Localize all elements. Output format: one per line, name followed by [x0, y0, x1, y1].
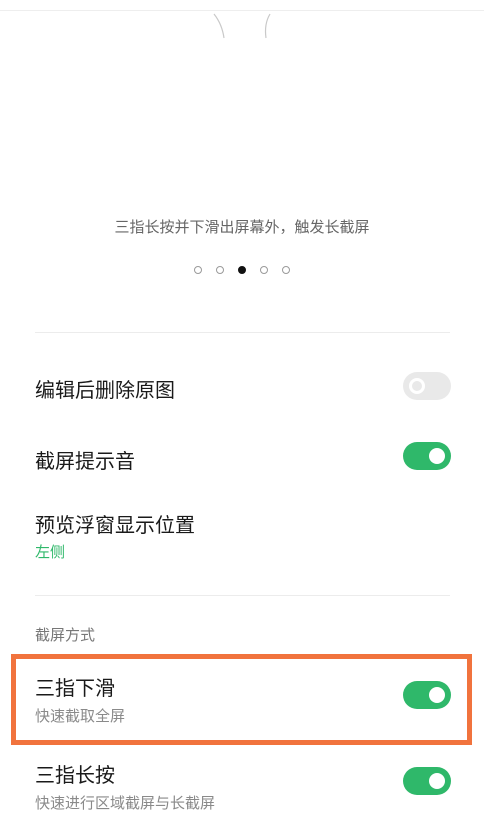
page-dot[interactable] [194, 266, 202, 274]
divider [35, 595, 450, 596]
method-subtitle: 快速进行区域截屏与长截屏 [35, 794, 216, 812]
screenshot-sound-toggle[interactable] [403, 442, 451, 470]
delete-original-toggle[interactable] [403, 372, 451, 400]
toggle-knob [429, 448, 445, 464]
section-header-screenshot-methods: 截屏方式 [35, 626, 96, 644]
setting-title: 截屏提示音 [35, 449, 135, 473]
gesture-caption: 三指长按并下滑出屏幕外，触发长截屏 [114, 218, 370, 236]
page-indicator [0, 266, 484, 274]
gesture-illustration [213, 13, 271, 39]
highlight-box [11, 654, 472, 745]
three-finger-long-press-toggle[interactable] [403, 767, 451, 795]
page-dot-active[interactable] [238, 266, 246, 274]
preview-position-value: 左侧 [35, 543, 66, 561]
setting-title: 编辑后删除原图 [35, 378, 175, 402]
page-dot[interactable] [216, 266, 224, 274]
divider [35, 332, 450, 333]
toggle-knob [409, 378, 425, 394]
page-dot[interactable] [260, 266, 268, 274]
setting-title: 预览浮窗显示位置 [35, 513, 195, 537]
method-title: 三指长按 [35, 763, 115, 787]
page-dot[interactable] [282, 266, 290, 274]
toggle-knob [429, 773, 445, 789]
